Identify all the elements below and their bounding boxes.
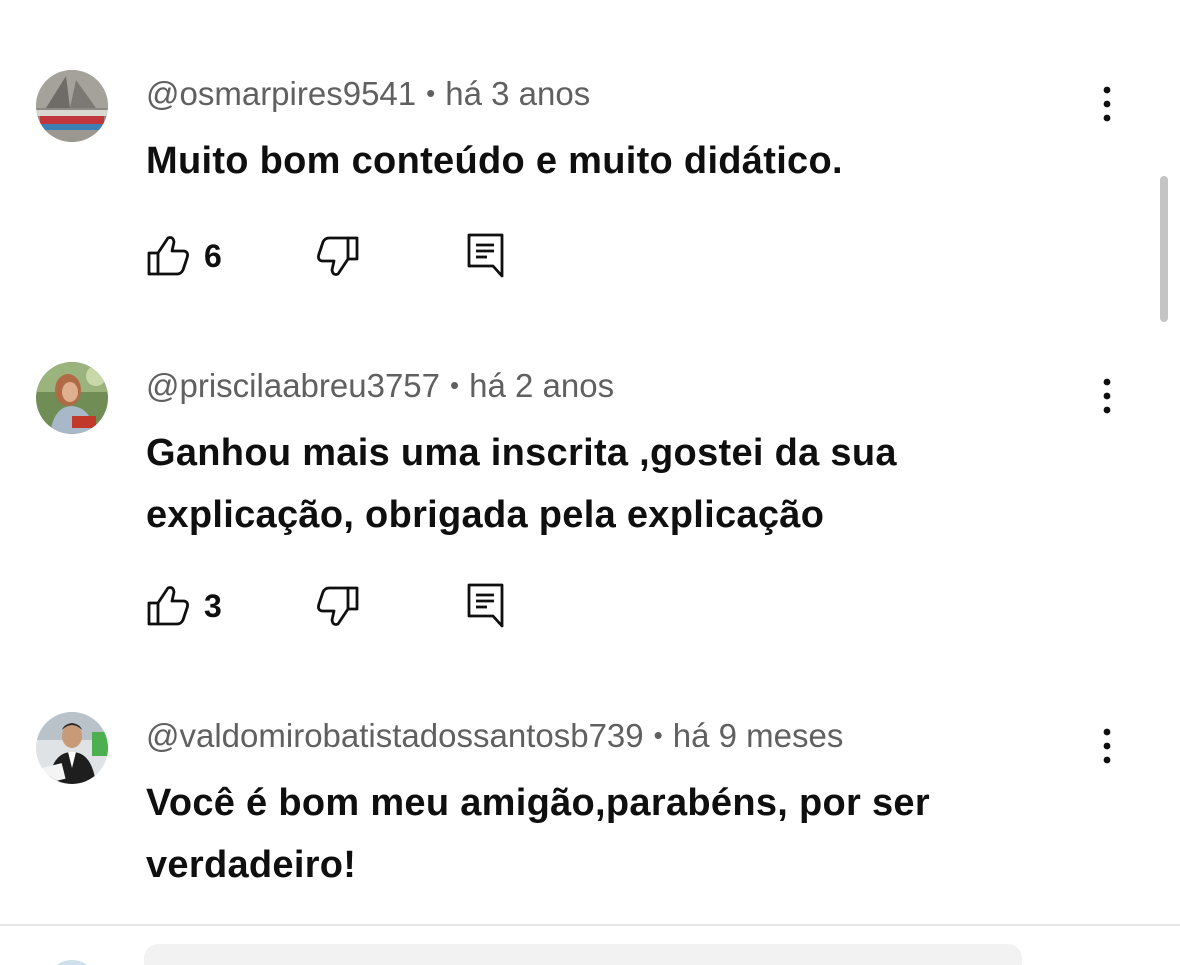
more-vertical-icon[interactable] [1092,376,1122,416]
like-count: 3 [204,588,222,624]
like-count: 6 [204,238,222,274]
more-vertical-icon[interactable] [1092,726,1122,766]
thumbs-down-icon [317,236,359,276]
comment-header: @priscilaabreu3757 • há 2 anos [146,366,614,408]
comment-header: @osmarpires9541 • há 3 anos [146,74,590,116]
comment-text: Você é bom meu amigão,parabéns, por ser … [146,782,930,886]
author-name[interactable]: @valdomirobatistadossantosb739 [146,717,644,754]
avatar[interactable] [36,70,108,142]
comment-actions: 3 [146,582,546,630]
more-vertical-icon[interactable] [1092,84,1122,124]
reply-icon [467,583,504,628]
reply-button[interactable] [466,582,506,630]
comment-time[interactable]: há 9 meses [673,717,844,754]
like-button[interactable]: 6 [146,232,236,280]
divider [0,924,1180,926]
avatar[interactable] [36,712,108,784]
author-name[interactable]: @priscilaabreu3757 [146,367,440,404]
comment-header: @valdomirobatistadossantosb739 • há 9 mese… [146,716,843,758]
dislike-button[interactable] [314,582,360,630]
thumbs-down-icon [317,586,359,626]
author-name[interactable]: @osmarpires9541 [146,75,416,112]
dislike-button[interactable] [314,232,360,280]
separator-dot: • [426,78,436,108]
comment-text: Ganhou mais uma inscrita ,gostei da sua … [146,432,897,536]
reply-icon [467,233,504,278]
separator-dot: • [450,370,460,400]
add-comment-input[interactable] [144,944,1022,965]
comment-time[interactable]: há 3 anos [445,75,590,112]
reply-button[interactable] [466,232,506,280]
thumbs-up-icon [147,236,189,276]
comment-actions: 6 [146,232,546,280]
comment-text: Muito bom conteúdo e muito didático. [146,140,843,182]
comment-time[interactable]: há 2 anos [469,367,614,404]
comments-page: @osmarpires9541 • há 3 anos Muito bom cont… [0,0,1180,965]
scrollbar[interactable] [1160,176,1168,322]
avatar[interactable] [36,362,108,434]
user-avatar [46,960,98,965]
like-button[interactable]: 3 [146,582,236,630]
thumbs-up-icon [147,586,189,626]
separator-dot: • [653,720,663,750]
